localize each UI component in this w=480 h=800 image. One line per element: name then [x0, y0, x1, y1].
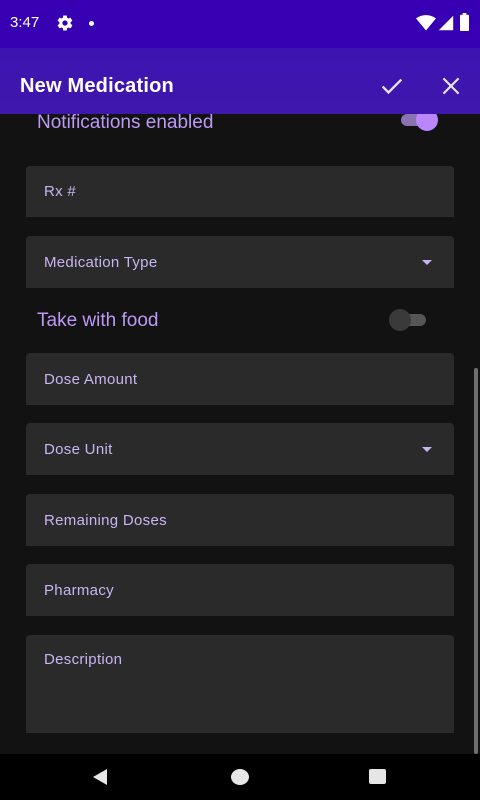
pharmacy-field[interactable]: Pharmacy	[26, 564, 454, 616]
take-with-food-row[interactable]: Take with food	[0, 300, 480, 340]
app-bar: New Medication	[0, 48, 480, 114]
take-with-food-switch[interactable]	[389, 308, 429, 331]
description-field[interactable]: Description	[26, 635, 454, 733]
description-label: Description	[44, 651, 123, 668]
signal-icon	[438, 15, 454, 31]
rx-number-label: Rx #	[44, 183, 77, 200]
medication-form: Notifications enabled Rx # Medication Ty…	[0, 114, 480, 754]
take-with-food-label: Take with food	[37, 310, 159, 331]
notification-dot-icon	[89, 21, 94, 26]
dose-amount-label: Dose Amount	[44, 371, 138, 388]
back-icon[interactable]	[91, 768, 109, 786]
battery-icon	[460, 13, 469, 31]
recents-icon[interactable]	[369, 769, 386, 784]
scrollbar[interactable]	[474, 368, 478, 754]
medication-type-dropdown[interactable]: Medication Type	[26, 236, 454, 288]
dropdown-arrow-icon	[422, 447, 432, 452]
notifications-label: Notifications enabled	[37, 114, 214, 133]
dropdown-arrow-icon	[422, 260, 432, 265]
status-bar: 3:47	[0, 0, 480, 48]
navigation-bar	[0, 754, 480, 800]
home-icon[interactable]	[231, 769, 249, 785]
dose-amount-field[interactable]: Dose Amount	[26, 353, 454, 405]
notifications-row[interactable]: Notifications enabled	[0, 114, 480, 148]
switch-thumb	[389, 309, 411, 331]
remaining-doses-label: Remaining Doses	[44, 512, 167, 529]
settings-gear-icon	[57, 15, 73, 31]
switch-thumb	[416, 114, 438, 131]
status-time: 3:47	[10, 14, 40, 31]
screen: 3:47 New Medication Notifications enable…	[0, 0, 480, 800]
pharmacy-label: Pharmacy	[44, 582, 114, 599]
check-icon[interactable]	[378, 72, 406, 100]
remaining-doses-field[interactable]: Remaining Doses	[26, 494, 454, 546]
dose-unit-label: Dose Unit	[44, 441, 113, 458]
wifi-icon	[416, 15, 436, 31]
notifications-switch[interactable]	[398, 114, 438, 131]
close-icon[interactable]	[438, 72, 464, 100]
page-title: New Medication	[20, 75, 174, 97]
dose-unit-dropdown[interactable]: Dose Unit	[26, 423, 454, 475]
rx-number-field[interactable]: Rx #	[26, 166, 454, 217]
medication-type-label: Medication Type	[44, 254, 158, 271]
